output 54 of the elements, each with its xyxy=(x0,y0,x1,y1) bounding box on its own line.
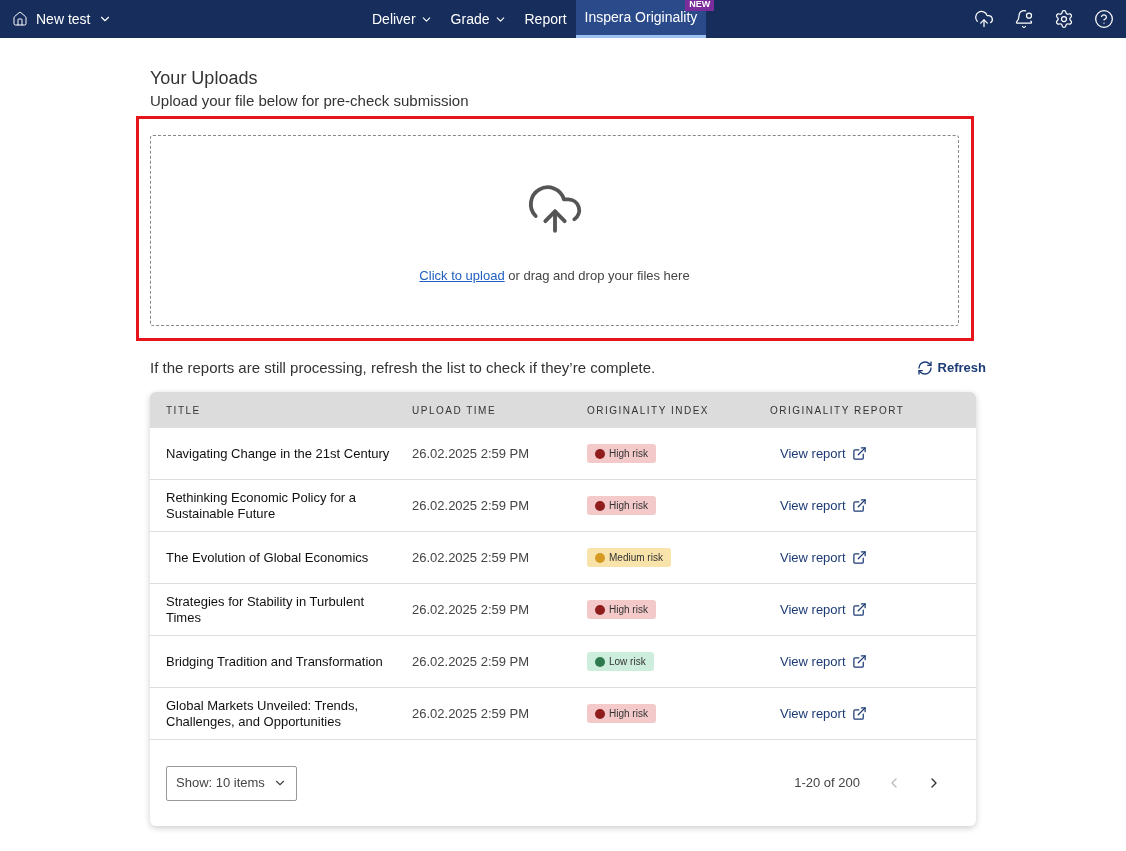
info-text: If the reports are still processing, refresh the list to check if they’re complete. xyxy=(150,357,656,378)
table-cell-text: 26.02.2025 2:59 PM xyxy=(412,600,531,619)
page-heading: Your Uploads xyxy=(150,67,259,90)
external-link-icon xyxy=(851,550,867,565)
refresh-icon xyxy=(916,360,933,376)
table-cell-text: Strategies for Stability in Turbulent Times xyxy=(166,593,365,626)
table-cell-text: 26.02.2025 2:59 PM xyxy=(412,704,531,723)
table-cell-text: 26.02.2025 2:59 PM xyxy=(412,444,531,463)
risk-badge: High risk xyxy=(587,600,656,619)
risk-badge: High risk xyxy=(587,704,656,723)
risk-badge: High risk xyxy=(587,444,656,463)
table-cell-text: 26.02.2025 2:59 PM xyxy=(412,548,531,567)
risk-badge: High risk xyxy=(587,496,656,515)
view-report-link[interactable]: View report xyxy=(780,599,867,620)
view-report-link[interactable]: View report xyxy=(780,703,867,724)
external-link-icon xyxy=(851,654,867,669)
nav-tab[interactable]: Grade xyxy=(441,0,516,38)
upload-link[interactable]: Click to upload xyxy=(419,268,505,283)
risk-badge: Medium risk xyxy=(587,548,671,567)
notification-bell-icon[interactable] xyxy=(1014,9,1034,29)
external-link-icon xyxy=(851,602,867,617)
test-menu[interactable]: New test xyxy=(12,8,113,30)
help-icon[interactable] xyxy=(1094,9,1114,29)
upload-dropzone[interactable]: Click to upload or drag and drop your files here xyxy=(150,135,959,326)
table-cell-text: Rethinking Economic Policy for a Sustainable Future xyxy=(166,489,358,522)
column-header: ORIGINALITY REPORT xyxy=(770,403,906,418)
table-cell-text: Global Markets Unveiled: Trends, Challenges, and Opportunities xyxy=(166,697,360,730)
pagination-range: 1-20 of 200 xyxy=(794,774,860,793)
view-report-link[interactable]: View report xyxy=(780,495,867,516)
external-link-icon xyxy=(851,498,867,513)
view-report-link[interactable]: View report xyxy=(780,547,867,568)
view-report-link[interactable]: View report xyxy=(780,443,867,464)
table-cell-text: 26.02.2025 2:59 PM xyxy=(412,652,531,671)
risk-badge: Low risk xyxy=(587,652,654,671)
column-header: ORIGINALITY INDEX xyxy=(587,403,710,418)
external-link-icon xyxy=(851,446,867,461)
table-cell-text: Bridging Tradition and Transformation xyxy=(166,653,384,670)
upload-instructions: Click to upload or drag and drop your files here xyxy=(419,267,690,285)
nav-tab[interactable]: Report xyxy=(515,0,576,38)
refresh-button[interactable]: Refresh xyxy=(916,358,986,378)
external-link-icon xyxy=(851,706,867,721)
new-badge: NEW xyxy=(685,0,715,11)
upload-icon[interactable] xyxy=(974,9,994,29)
nav-tab[interactable]: Deliver xyxy=(363,0,442,38)
settings-icon[interactable] xyxy=(1054,9,1074,29)
table-cell-text: Navigating Change in the 21st Century xyxy=(166,445,391,462)
table-cell-text: The Evolution of Global Economics xyxy=(166,549,370,566)
table-cell-text: 26.02.2025 2:59 PM xyxy=(412,496,531,515)
column-header: TITLE xyxy=(166,403,202,418)
column-header: UPLOAD TIME xyxy=(412,403,498,418)
home-icon xyxy=(12,11,28,27)
page-subheading: Upload your file below for pre-check submission xyxy=(150,91,470,111)
items-per-page-dropdown[interactable]: Show: 10 items xyxy=(166,765,297,801)
view-report-link[interactable]: View report xyxy=(780,651,867,672)
